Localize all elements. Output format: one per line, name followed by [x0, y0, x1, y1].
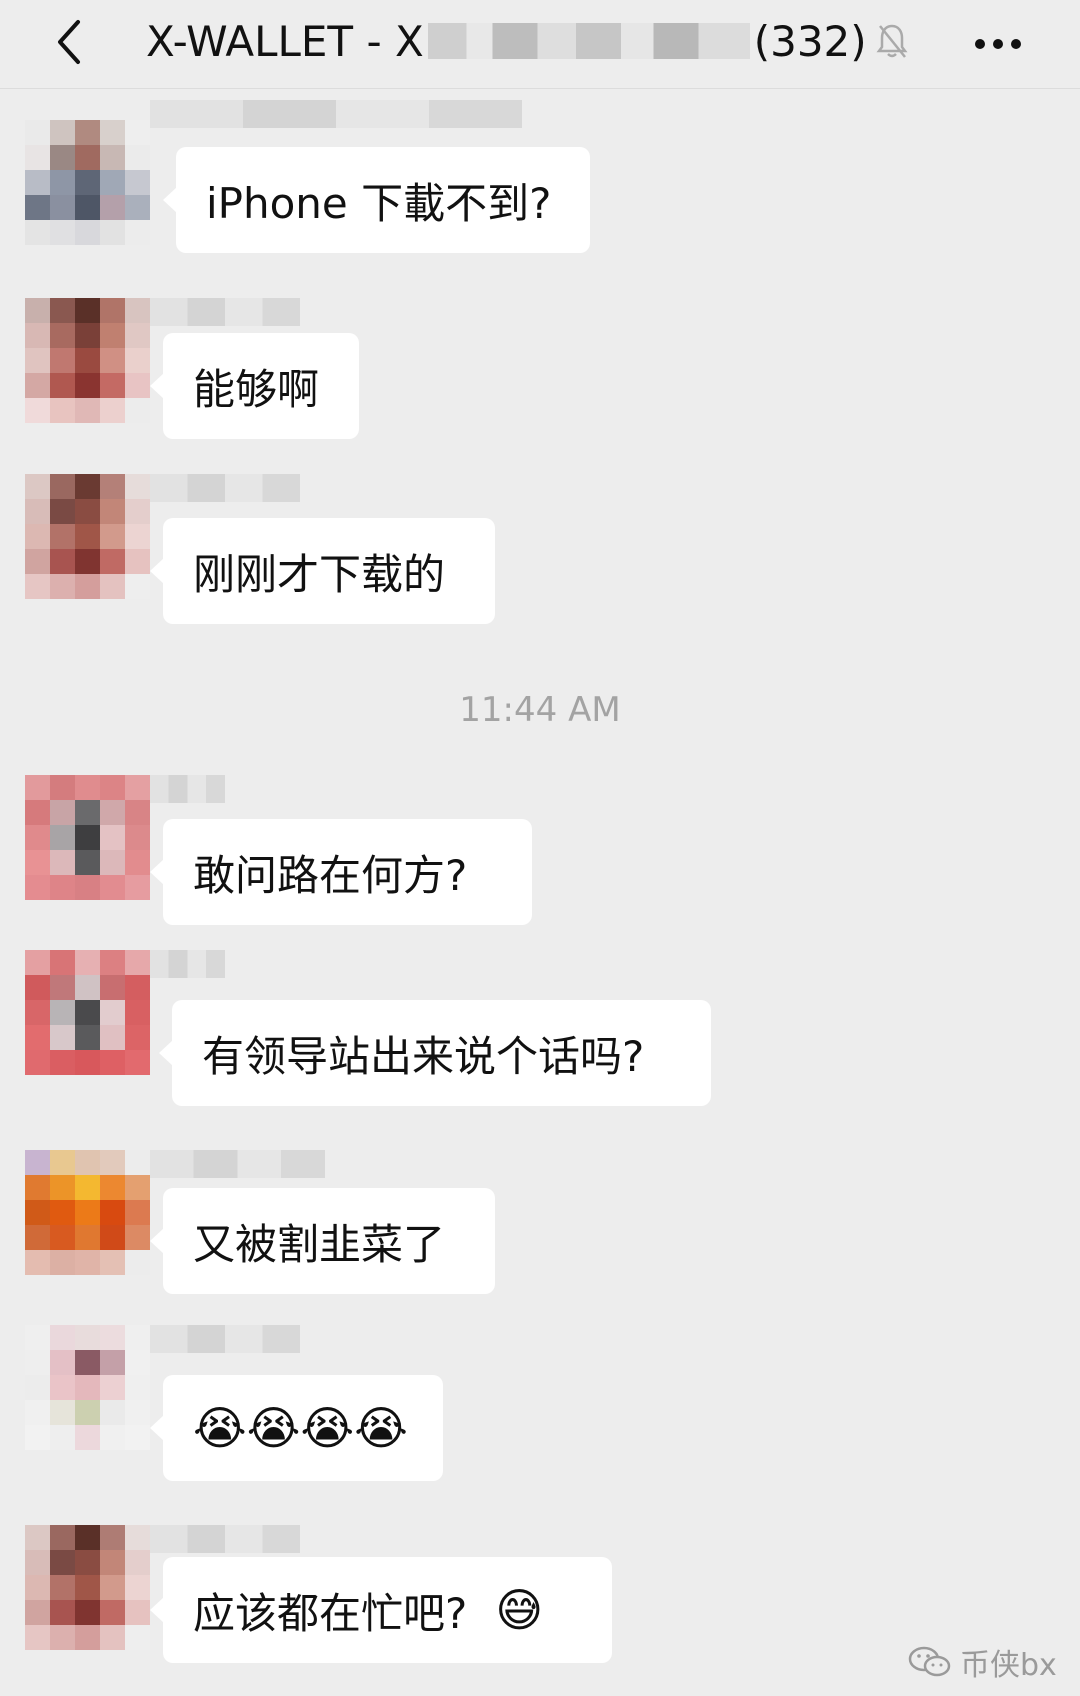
chat-header: X-WALLET - X (332) [0, 0, 1080, 89]
sender-name [150, 298, 300, 326]
watermark-text: 币侠bx [960, 1648, 1057, 1683]
sender-name [150, 1150, 325, 1178]
message-bubble[interactable]: 刚刚才下载的 [150, 518, 495, 624]
sender-name [150, 775, 225, 803]
muted-bell-icon [875, 21, 909, 61]
message-text: 应该都在忙吧? [193, 1588, 468, 1638]
more-dots-icon[interactable] [970, 24, 1026, 64]
message-text: 能够啊 [193, 364, 320, 414]
avatar[interactable] [25, 120, 150, 245]
message-text: iPhone 下載不到? [206, 178, 552, 228]
sender-name [150, 950, 225, 978]
sender-name [150, 1325, 300, 1353]
sender-name [150, 100, 522, 128]
timestamp: 11:44 AM [459, 690, 621, 730]
avatar[interactable] [25, 950, 150, 1075]
message-bubble[interactable]: 又被割韭菜了 [150, 1188, 495, 1294]
blurred-group-name [427, 23, 750, 59]
message-text: 敢问路在何方? [193, 850, 468, 900]
message-text: 有领导站出来说个话吗? [202, 1031, 645, 1081]
sweat-smile-emoji: 😅 [495, 1583, 544, 1637]
member-count: (332) [753, 16, 867, 66]
watermark: 币侠bx [908, 1636, 1057, 1688]
chat-title: X-WALLET - X (332) [146, 6, 909, 76]
message-text: 刚刚才下载的 [193, 549, 446, 599]
message-bubble[interactable]: iPhone 下載不到? [163, 147, 590, 253]
avatar[interactable] [25, 1525, 150, 1650]
message-text: 又被割韭菜了 [193, 1219, 446, 1269]
wechat-icon [908, 1646, 951, 1677]
avatar[interactable] [25, 1150, 150, 1275]
avatar[interactable] [25, 474, 150, 599]
message-bubble[interactable]: 😭😭😭😭 [150, 1375, 443, 1481]
avatar[interactable] [25, 775, 150, 900]
message-bubble[interactable]: 能够啊 [150, 333, 359, 439]
message-bubble[interactable]: 敢问路在何方? [150, 819, 532, 925]
title-text: X-WALLET - X [146, 16, 424, 66]
message-bubble[interactable]: 应该都在忙吧? 😅 [150, 1557, 612, 1663]
back-arrow-icon[interactable] [50, 10, 90, 70]
avatar[interactable] [25, 1325, 150, 1450]
sender-name [150, 474, 300, 502]
sender-name [150, 1525, 300, 1553]
avatar[interactable] [25, 298, 150, 423]
message-bubble[interactable]: 有领导站出来说个话吗? [159, 1000, 711, 1106]
crying-face-emoji: 😭😭😭😭 [193, 1401, 408, 1455]
